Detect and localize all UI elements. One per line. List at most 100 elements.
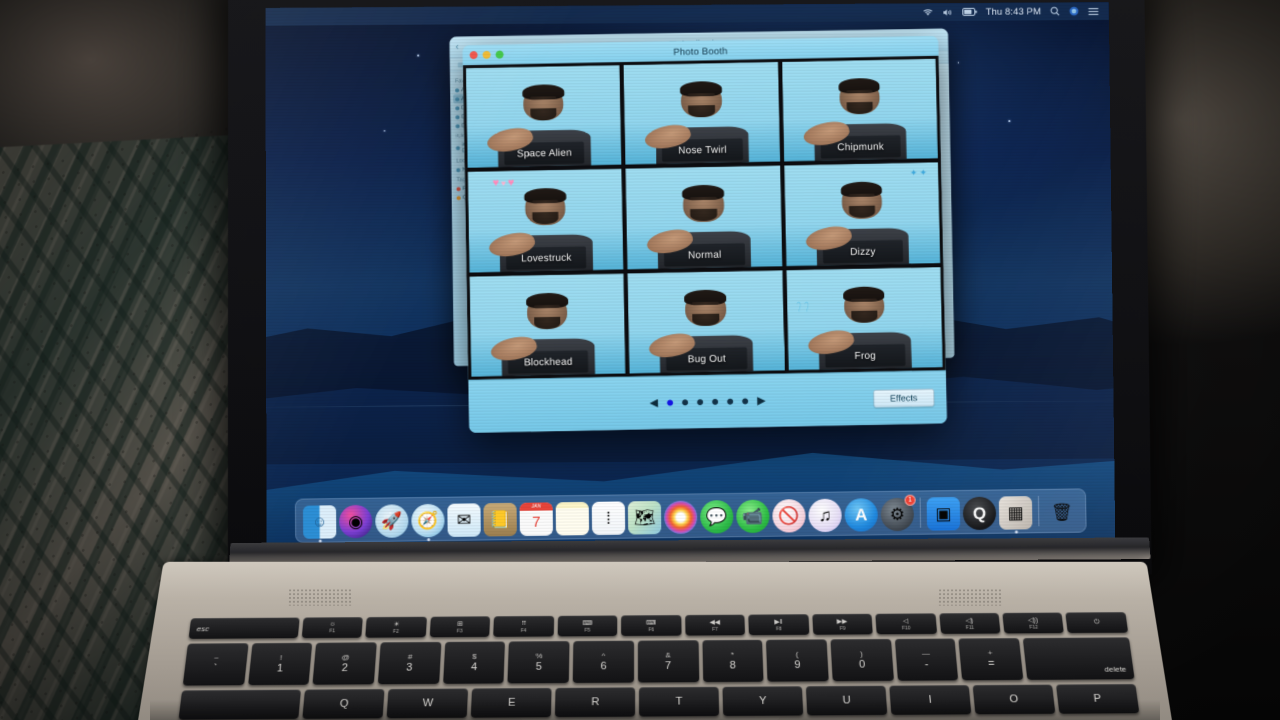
key-f8[interactable]: ▶‖ F8 — [748, 614, 809, 635]
photo-booth-toolbar[interactable]: ◀ ▶ Effects — [468, 370, 947, 433]
dock-item-contacts[interactable]: 📒 — [483, 503, 516, 537]
page-dot-4[interactable] — [712, 399, 718, 405]
close-button[interactable] — [470, 51, 478, 59]
fly-icon: ᭢᭢ — [796, 300, 812, 309]
dock-item-trash[interactable]: 🗑 — [1045, 495, 1079, 529]
key-5[interactable]: % 5 — [508, 641, 570, 683]
key-f5[interactable]: ⌨ F5 — [557, 615, 617, 636]
calendar-glyph: 7 — [520, 507, 553, 536]
dock-item-launchpad[interactable]: 🚀 — [375, 504, 408, 538]
battery-icon[interactable] — [962, 8, 977, 16]
dock-item-siri[interactable]: ◉ — [339, 505, 372, 539]
dock-item-reminders[interactable]: ⁞ — [592, 501, 625, 535]
dock-item-calendar[interactable]: 7 JAN — [520, 502, 553, 536]
key-upper-label: ! — [279, 653, 282, 662]
dock-item-system-preferences[interactable]: ⚙ 1 — [880, 498, 914, 532]
wifi-icon[interactable] — [922, 8, 933, 17]
dock-item-screen-time[interactable]: 🚫 — [772, 499, 806, 533]
effects-button[interactable]: Effects — [873, 388, 935, 407]
volume-icon[interactable] — [942, 8, 953, 17]
minimize-button[interactable] — [483, 51, 491, 59]
dock-item-safari[interactable]: 🧭 — [411, 504, 444, 538]
key-fn-label: F2 — [393, 629, 399, 635]
key-8[interactable]: * 8 — [702, 640, 764, 682]
search-icon[interactable] — [1050, 6, 1060, 16]
dock-item-itunes[interactable]: ♫ — [808, 499, 842, 533]
menubar-clock[interactable]: Thu 8:43 PM — [986, 6, 1041, 17]
key-esc[interactable]: esc — [189, 618, 300, 639]
key-9[interactable]: (9 — [766, 639, 828, 681]
photos-glyph: ✺ — [664, 500, 698, 534]
key-delete[interactable]: delete — [1023, 637, 1135, 680]
key-f7[interactable]: ◀◀ F7 — [685, 615, 745, 636]
person-brows — [849, 194, 875, 198]
finder-back-button[interactable]: ‹ — [455, 42, 458, 53]
page-dot-1[interactable] — [667, 400, 673, 406]
next-page-arrow[interactable]: ▶ — [757, 395, 766, 406]
dock-item-maps[interactable]: 🗺 — [628, 501, 662, 535]
effect-cell-frog[interactable]: ᭢᭢ Frog — [785, 266, 944, 372]
key-f9[interactable]: ▶▶ F9 — [812, 614, 873, 635]
key-3[interactable]: #3 — [378, 642, 441, 684]
key-f11[interactable]: ◁) F11 — [939, 613, 1001, 634]
effects-pager[interactable]: ◀ ▶ — [649, 395, 765, 408]
page-dot-2[interactable] — [682, 399, 688, 405]
control-center-icon[interactable] — [1088, 7, 1099, 16]
reminders-glyph: ⁞ — [592, 501, 625, 535]
page-dot-3[interactable] — [697, 399, 703, 405]
key-f6[interactable]: ⌨ F6 — [621, 615, 681, 636]
dock-separator — [920, 498, 921, 528]
effect-cell-normal[interactable]: Normal — [625, 165, 783, 270]
dock-item-photos[interactable]: ✺ — [664, 500, 698, 534]
effect-cell-nose-twirl[interactable]: Nose Twirl — [623, 61, 781, 166]
prev-page-arrow[interactable]: ◀ — [649, 398, 658, 409]
key-1[interactable]: ! 1 — [248, 643, 313, 685]
key-f2[interactable]: ☀ F2 — [366, 617, 427, 638]
key-fn-label: F3 — [457, 628, 463, 634]
key-0[interactable]: ) 0 — [830, 639, 893, 681]
dock-item-mail[interactable]: ✉ — [447, 503, 480, 537]
key-7[interactable]: & 7 — [638, 640, 699, 682]
key-f1[interactable]: ☼ F1 — [302, 617, 364, 638]
key-f4[interactable]: ⠿ F4 — [493, 616, 553, 637]
key-=[interactable]: + = — [959, 638, 1024, 680]
key-2[interactable]: @2 — [313, 642, 377, 684]
dock-item-messages[interactable]: 💬 — [700, 500, 734, 534]
key-f12[interactable]: ◁)) F12 — [1002, 613, 1064, 634]
notes-icon — [556, 502, 589, 536]
key-`[interactable]: ~ ` — [183, 643, 249, 685]
key-f10[interactable]: ◁ F10 — [875, 613, 936, 634]
effect-cell-bug-out[interactable]: Bug Out — [627, 269, 785, 375]
dock-badge: 1 — [905, 495, 916, 506]
key--[interactable]: — - — [894, 638, 958, 680]
zoom-button[interactable] — [496, 51, 504, 59]
dock-item-facetime[interactable]: 📹 — [736, 500, 770, 534]
key-symbol: ◁) — [965, 616, 973, 624]
key-6[interactable]: ^ 6 — [573, 641, 634, 683]
siri-icon[interactable] — [1069, 6, 1079, 16]
photo-booth-window[interactable]: Photo Booth Space Alien Nose Twirl Chipmun… — [463, 36, 948, 433]
key-symbol: ⏻ — [1094, 619, 1100, 626]
effects-grid[interactable]: Space Alien Nose Twirl Chipmunk ♥♥♥ Lovestru… — [463, 56, 946, 380]
key-4[interactable]: $4 — [443, 641, 505, 683]
key-power[interactable]: ⏻ — [1066, 612, 1128, 633]
effect-cell-blockhead[interactable]: Blockhead — [469, 272, 627, 378]
page-dot-6[interactable] — [742, 398, 748, 404]
page-dot-5[interactable] — [727, 399, 733, 405]
dock-item-app-store[interactable]: A — [844, 498, 878, 532]
effect-cell-dizzy[interactable]: ✦✦ Dizzy — [783, 162, 941, 267]
dock-item-notes[interactable] — [556, 502, 589, 536]
key-f3[interactable]: ⊞ F3 — [429, 616, 490, 637]
dock-item-zoom[interactable]: ▣ — [927, 497, 961, 531]
dock-item-finder[interactable] — [303, 505, 336, 539]
dock-separator — [1038, 496, 1040, 526]
effect-cell-chipmunk[interactable]: Chipmunk — [781, 58, 939, 163]
dock-item-quicktime[interactable]: Q — [963, 497, 997, 531]
dock-item-photo-booth[interactable]: ▦ — [999, 496, 1033, 530]
effect-cell-lovestruck[interactable]: ♥♥♥ Lovestruck — [467, 168, 625, 273]
effect-label: Frog — [854, 351, 876, 362]
key-symbol: ⌨ — [646, 618, 656, 626]
effect-cell-space-alien[interactable]: Space Alien — [465, 64, 623, 169]
key-upper-label: # — [408, 652, 413, 661]
keyboard-number-row[interactable]: ~ `! 1 @2 #3 $4% 5 ^ 6 & 7 * 8(9) 0— - + = delete — [183, 637, 1135, 685]
